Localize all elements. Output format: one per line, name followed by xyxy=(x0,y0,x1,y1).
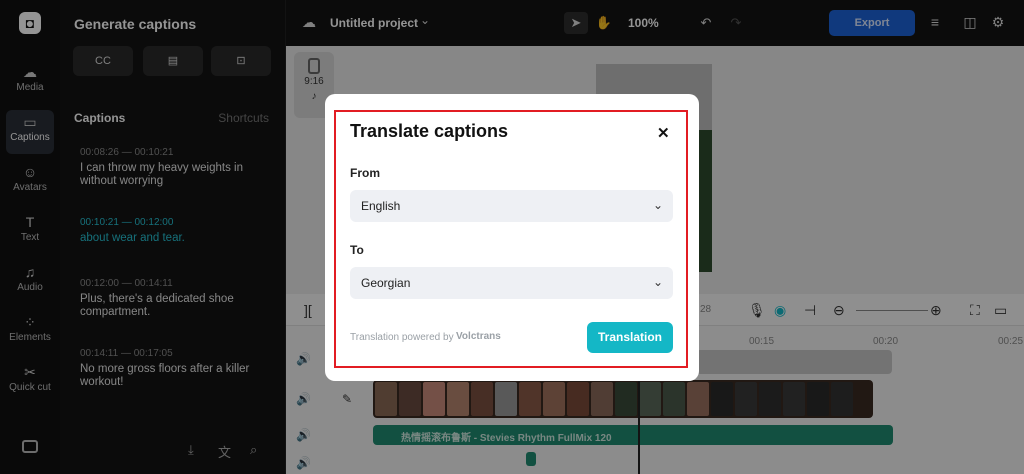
to-language-select[interactable]: Georgian ⌄ xyxy=(350,267,673,299)
to-label: To xyxy=(350,243,364,257)
dialog-title: Translate captions xyxy=(350,121,509,141)
from-language-value: English xyxy=(361,199,401,213)
translation-button-label: Translation xyxy=(597,330,662,344)
chevron-down-icon: ⌄ xyxy=(652,275,663,289)
volctrans-logo: Volctrans xyxy=(456,331,501,342)
translate-captions-dialog: Translate captions ✕ From English ⌄ To G… xyxy=(325,94,699,381)
chevron-down-icon: ⌄ xyxy=(652,198,663,212)
from-label: From xyxy=(350,166,380,180)
translation-button[interactable]: Translation xyxy=(587,322,673,353)
powered-by-text: Translation powered by xyxy=(350,332,454,343)
from-language-select[interactable]: English ⌄ xyxy=(350,190,673,222)
close-icon[interactable]: ✕ xyxy=(657,124,670,142)
to-language-value: Georgian xyxy=(361,276,411,290)
